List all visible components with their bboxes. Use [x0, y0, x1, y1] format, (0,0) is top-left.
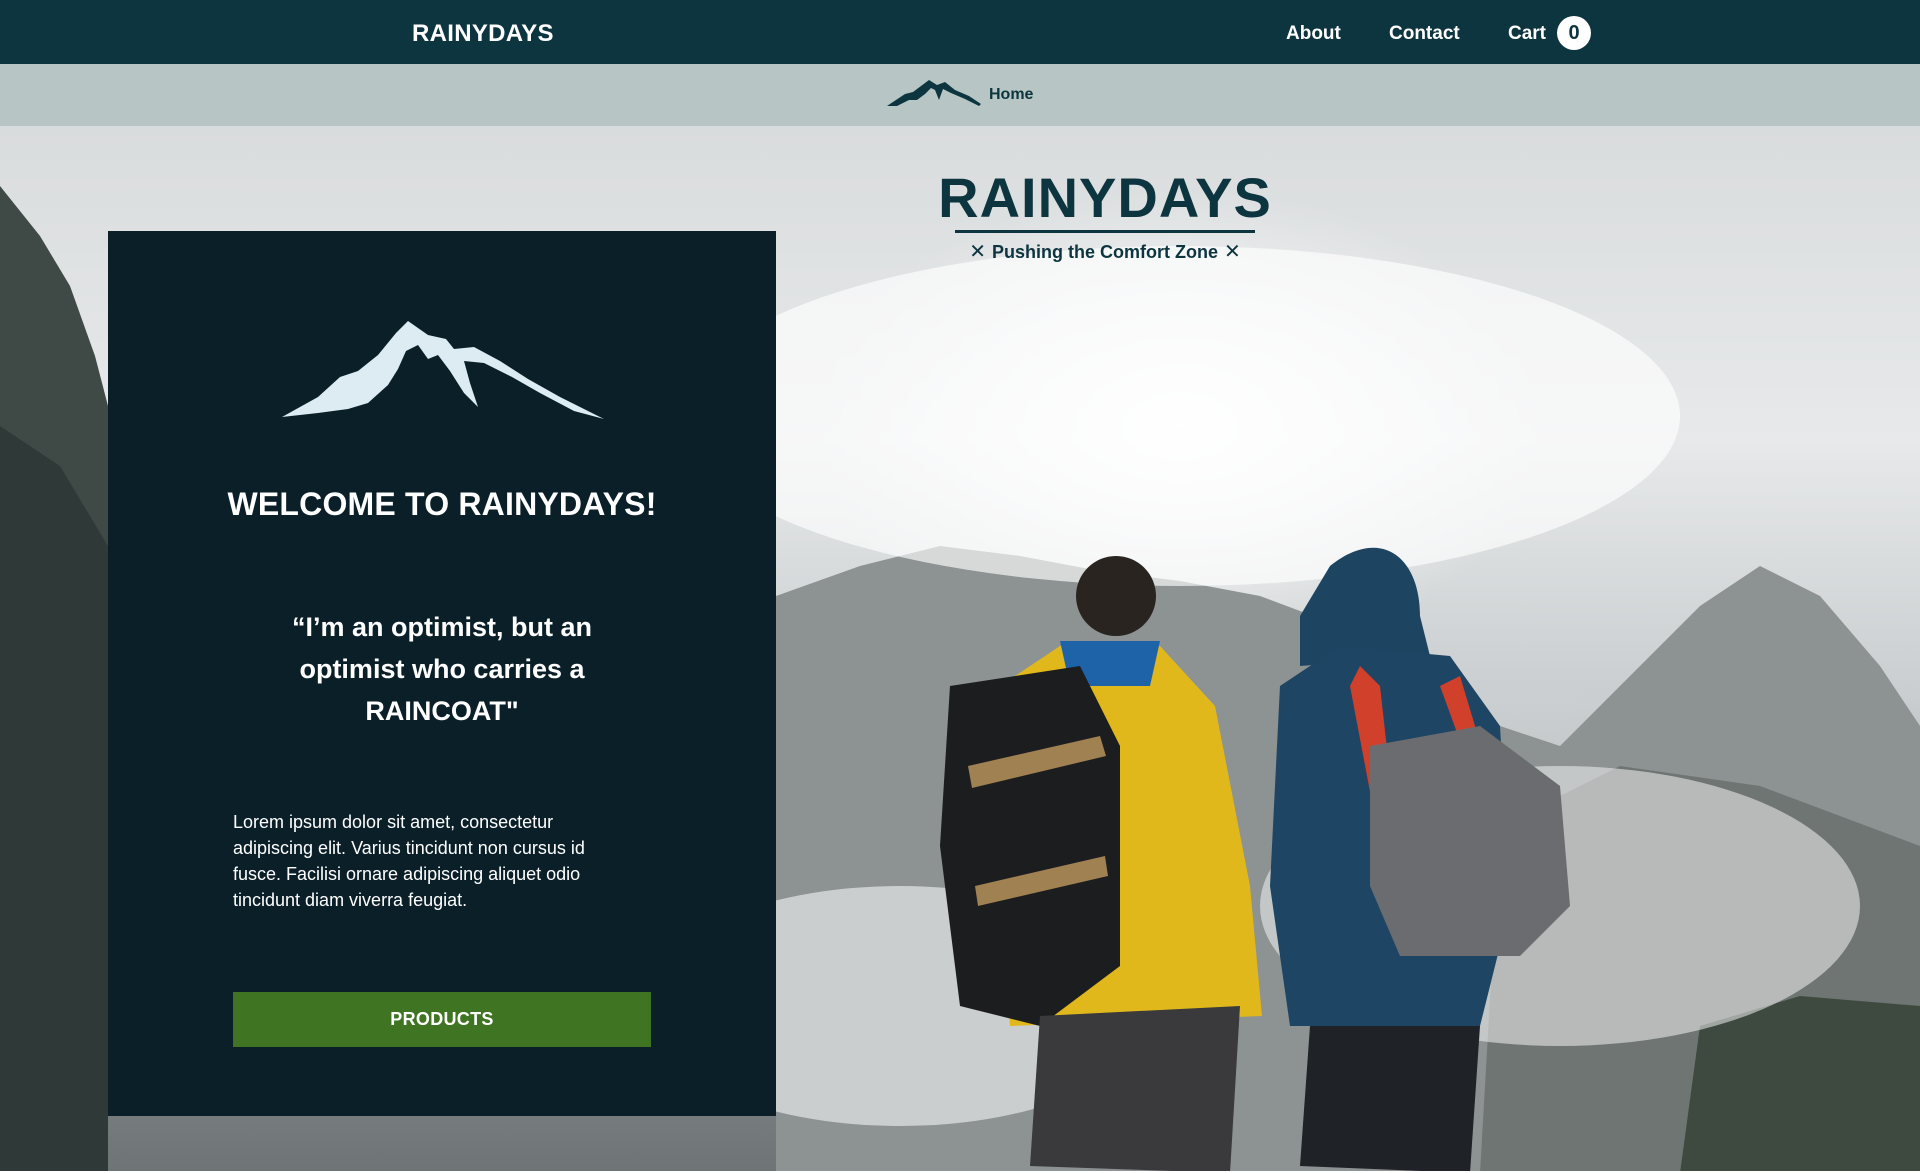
hero-brand-logo: RAINYDAYS ✕ Pushing the Comfort Zone ✕ [935, 166, 1275, 263]
nav-link-contact[interactable]: Contact [1389, 0, 1460, 64]
breadcrumb: Home [0, 64, 1920, 126]
welcome-title: WELCOME TO RAINYDAYS! [227, 486, 657, 522]
hero-logo-divider [955, 230, 1255, 233]
hero-logo-title: RAINYDAYS [938, 166, 1272, 229]
hero-logo-tagline: Pushing the Comfort Zone [992, 242, 1218, 262]
breadcrumb-home-link[interactable]: Home [989, 86, 1033, 104]
mountain-icon [885, 76, 983, 117]
welcome-card: WELCOME TO RAINYDAYS! “I’m an optimist, … [108, 231, 776, 1116]
hero-section: RAINYDAYS ✕ Pushing the Comfort Zone ✕ WEL… [0, 126, 1920, 1173]
nav-link-cart[interactable]: Cart [1508, 0, 1546, 64]
hero-logo-tagline-row: ✕ Pushing the Comfort Zone ✕ [935, 241, 1275, 263]
nav-link-about[interactable]: About [1286, 0, 1341, 64]
mountain-icon [278, 321, 608, 426]
products-button[interactable]: PRODUCTS [233, 992, 651, 1047]
top-navbar: RAINYDAYS About Contact Cart 0 [0, 0, 1920, 64]
welcome-body-text: Lorem ipsum dolor sit amet, consectetur … [233, 812, 585, 910]
x-cross-icon: ✕ [1223, 241, 1241, 263]
cart-count-badge[interactable]: 0 [1557, 16, 1591, 50]
x-cross-icon: ✕ [969, 241, 986, 263]
brand-logo-link[interactable]: RAINYDAYS [412, 0, 554, 64]
welcome-quote: “I’m an optimist, but an optimist who ca… [291, 612, 592, 726]
